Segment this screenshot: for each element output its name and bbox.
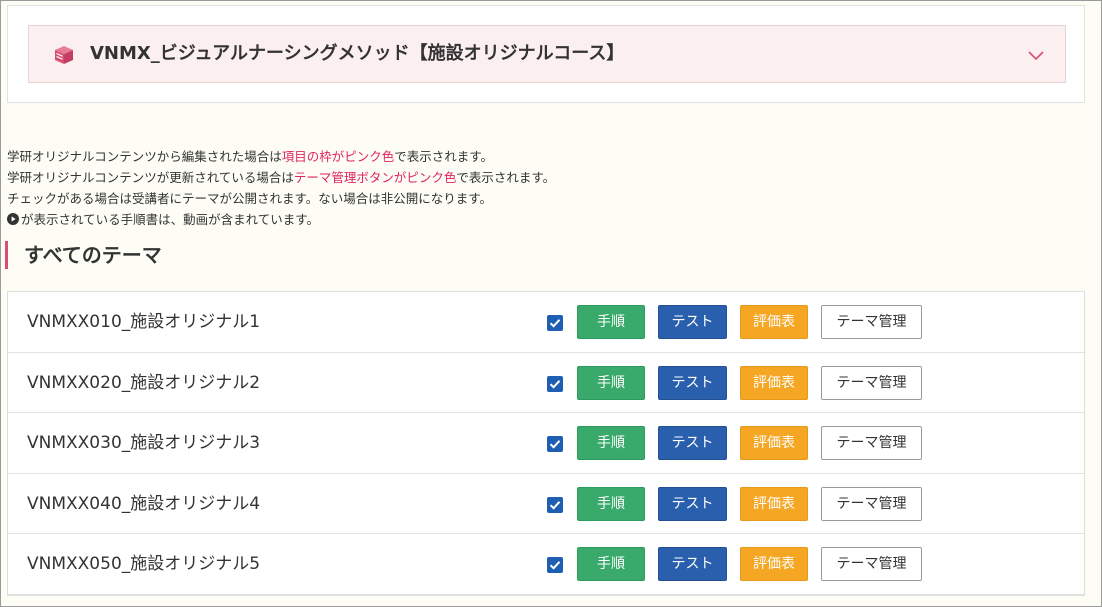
test-button[interactable]: テスト (658, 305, 727, 339)
theme-list: VNMXX010_施設オリジナル1 手順 テスト 評価表 テーマ管理 VNMXX… (7, 291, 1085, 596)
publish-checkbox[interactable] (547, 375, 563, 392)
evaluation-button[interactable]: 評価表 (740, 486, 808, 521)
evaluation-button[interactable]: 評価表 (740, 547, 808, 581)
note-line-4: が表示されている手順書は、動画が含まれています。 (7, 209, 555, 230)
checkmark-icon (549, 561, 561, 570)
checkmark-icon (549, 500, 561, 510)
theme-row: VNMXX050_施設オリジナル5 手順 テスト 評価表 テーマ管理 (8, 534, 1084, 595)
theme-row: VNMXX040_施設オリジナル4 手順 テスト 評価表 テーマ管理 (8, 474, 1084, 534)
note-text: 学研オリジナルコンテンツから編集された場合は (7, 149, 282, 164)
theme-manage-button[interactable]: テーマ管理 (821, 486, 922, 521)
theme-manage-button[interactable]: テーマ管理 (821, 365, 922, 400)
note-text: で表示されます。 (456, 170, 556, 185)
theme-name: VNMXX040_施設オリジナル4 (27, 493, 261, 514)
evaluation-button[interactable]: 評価表 (740, 365, 808, 400)
publish-checkbox[interactable] (547, 496, 563, 513)
checkmark-icon (549, 319, 561, 328)
play-circle-icon (7, 213, 19, 225)
note-highlight: 項目の枠がピンク色 (281, 149, 395, 164)
notes: 学研オリジナルコンテンツから編集された場合は項目の枠がピンク色で表示されます。 … (7, 146, 555, 230)
procedure-button[interactable]: 手順 (577, 486, 645, 521)
note-text: 学研オリジナルコンテンツが更新されている場合は (7, 170, 294, 185)
theme-name: VNMXX050_施設オリジナル5 (27, 554, 261, 574)
theme-name: VNMXX020_施設オリジナル2 (27, 372, 261, 393)
theme-name: VNMXX030_施設オリジナル3 (27, 433, 261, 453)
publish-checkbox[interactable] (547, 436, 563, 452)
theme-manage-button[interactable]: テーマ管理 (821, 547, 922, 581)
checkmark-icon (549, 379, 561, 389)
section-title: すべてのテーマ (5, 241, 162, 269)
test-button[interactable]: テスト (658, 486, 727, 521)
publish-checkbox[interactable] (547, 315, 563, 331)
evaluation-button[interactable]: 評価表 (740, 426, 808, 460)
theme-row: VNMXX030_施設オリジナル3 手順 テスト 評価表 テーマ管理 (8, 413, 1084, 474)
test-button[interactable]: テスト (658, 365, 727, 400)
publish-checkbox[interactable] (547, 557, 563, 573)
test-button[interactable]: テスト (658, 426, 727, 460)
evaluation-button[interactable]: 評価表 (740, 305, 808, 339)
chevron-down-icon[interactable] (1025, 44, 1047, 66)
note-highlight: テーマ管理ボタンがピンク色 (293, 170, 457, 185)
theme-manage-button[interactable]: テーマ管理 (821, 305, 922, 339)
theme-row: VNMXX020_施設オリジナル2 手順 テスト 評価表 テーマ管理 (8, 353, 1084, 413)
theme-row: VNMXX010_施設オリジナル1 手順 テスト 評価表 テーマ管理 (8, 292, 1084, 353)
procedure-button[interactable]: 手順 (577, 426, 645, 460)
theme-manage-button[interactable]: テーマ管理 (821, 426, 922, 460)
theme-name: VNMXX010_施設オリジナル1 (27, 312, 261, 332)
procedure-button[interactable]: 手順 (577, 365, 645, 400)
book-stack-icon (55, 46, 73, 64)
course-accordion-header[interactable]: VNMX_ビジュアルナーシングメソッド【施設オリジナルコース】 (28, 25, 1066, 83)
course-card: VNMX_ビジュアルナーシングメソッド【施設オリジナルコース】 (7, 5, 1085, 103)
note-text: で表示されます。 (394, 149, 494, 164)
checkmark-icon (549, 440, 561, 449)
note-line-1: 学研オリジナルコンテンツから編集された場合は項目の枠がピンク色で表示されます。 (7, 146, 555, 167)
course-title: VNMX_ビジュアルナーシングメソッド【施設オリジナルコース】 (90, 43, 625, 64)
procedure-button[interactable]: 手順 (577, 305, 645, 339)
test-button[interactable]: テスト (658, 547, 727, 581)
note-line-3: チェックがある場合は受講者にテーマが公開されます。ない場合は非公開になります。 (7, 191, 493, 206)
procedure-button[interactable]: 手順 (577, 547, 645, 581)
note-text: が表示されている手順書は、動画が含まれています。 (21, 212, 320, 227)
note-line-2: 学研オリジナルコンテンツが更新されている場合はテーマ管理ボタンがピンク色で表示さ… (7, 167, 555, 188)
